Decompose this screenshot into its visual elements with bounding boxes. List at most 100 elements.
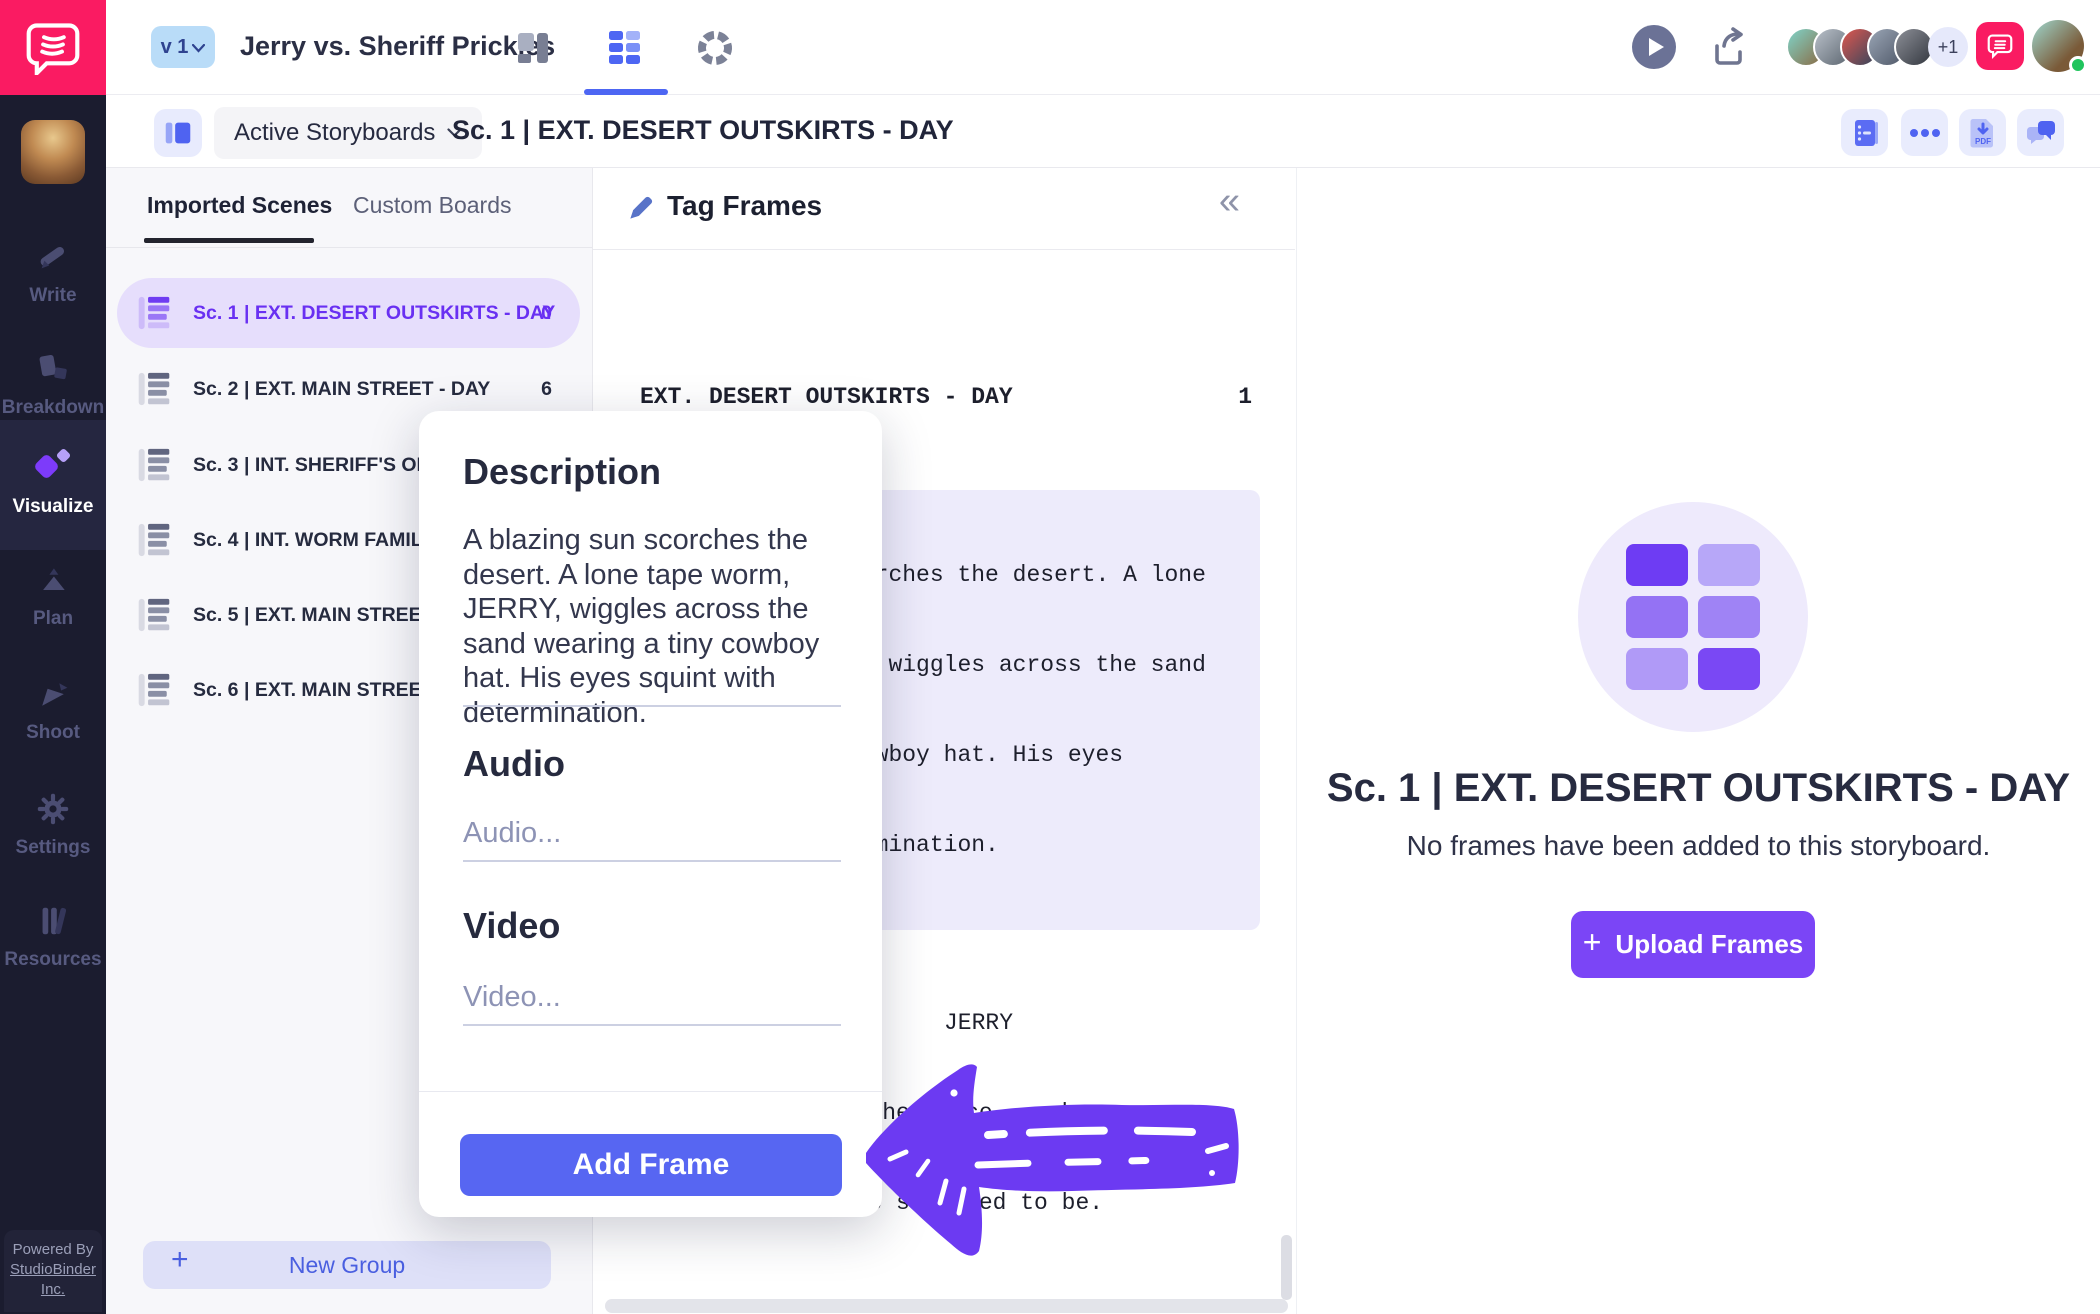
more-options-button[interactable] bbox=[1901, 109, 1948, 156]
shoot-plane-icon bbox=[33, 677, 73, 713]
empty-storyboard-icon bbox=[1578, 502, 1808, 732]
scene-notes-button[interactable] bbox=[1841, 109, 1888, 156]
sidebar-toggle-button[interactable] bbox=[154, 109, 202, 157]
version-label: v 1 bbox=[161, 36, 189, 59]
chevron-down-icon bbox=[192, 44, 205, 53]
description-textarea[interactable]: A blazing sun scorches the desert. A lon… bbox=[463, 523, 845, 730]
description-underline bbox=[463, 705, 841, 707]
notebook-icon bbox=[1850, 117, 1880, 149]
scene-heading-text: EXT. DESERT OUTSKIRTS - DAY bbox=[640, 382, 1013, 412]
chat-bubble-icon bbox=[1986, 33, 2014, 59]
active-tab-underline bbox=[144, 238, 314, 243]
vertical-scrollbar[interactable] bbox=[1281, 1235, 1292, 1300]
more-collaborators-badge[interactable]: +1 bbox=[1928, 27, 1968, 67]
script-scene-heading: EXT. DESERT OUTSKIRTS - DAY 1 bbox=[640, 382, 1252, 412]
plus-icon: + bbox=[171, 1243, 189, 1277]
speech-bubble-logo-icon bbox=[24, 21, 82, 75]
user-avatar[interactable] bbox=[2032, 20, 2084, 72]
board-selector-label: Active Storyboards bbox=[234, 119, 435, 147]
storyboard-scene-title: Sc. 1 | EXT. DESERT OUTSKIRTS - DAY bbox=[1297, 766, 2100, 811]
main-nav-sidebar: Write Breakdown Visualize Plan bbox=[0, 95, 106, 1314]
collapse-panel-icon[interactable]: « bbox=[1219, 180, 1240, 223]
current-scene-title: Sc. 1 | EXT. DESERT OUTSKIRTS - DAY bbox=[452, 115, 954, 146]
scene-doc-icon bbox=[137, 595, 171, 635]
scene-label: Sc. 2 | EXT. MAIN STREET - DAY bbox=[193, 378, 490, 401]
sidebar-item-label: Breakdown bbox=[0, 397, 106, 419]
popup-footer: Add Frame bbox=[419, 1091, 882, 1217]
gear-icon bbox=[34, 790, 72, 828]
visualize-diamonds-icon bbox=[31, 447, 75, 487]
books-icon bbox=[33, 902, 73, 940]
scene-number: 1 bbox=[1238, 382, 1252, 412]
collaborator-avatars[interactable]: +1 bbox=[1786, 26, 1968, 68]
board-selector-dropdown[interactable]: Active Storyboards bbox=[214, 107, 482, 159]
upload-frames-label: Upload Frames bbox=[1615, 929, 1803, 960]
project-thumbnail[interactable] bbox=[21, 120, 85, 184]
tag-frames-header: Tag Frames « bbox=[593, 168, 1295, 250]
top-bar: v 1 Jerry vs. Sheriff Prickles bbox=[0, 0, 2100, 95]
play-icon bbox=[1649, 38, 1664, 56]
comments-button[interactable] bbox=[2017, 109, 2064, 156]
sidebar-item-settings[interactable]: Settings bbox=[0, 790, 106, 859]
active-view-underline bbox=[584, 89, 668, 95]
present-play-button[interactable] bbox=[1632, 25, 1676, 69]
plan-triangles-icon bbox=[33, 563, 73, 599]
sidebar-item-write[interactable]: Write bbox=[0, 238, 106, 307]
panel-left-icon bbox=[161, 116, 195, 150]
hand-drawn-arrow-annotation bbox=[860, 1055, 1255, 1273]
scene-doc-icon bbox=[137, 293, 171, 333]
chat-bubbles-icon bbox=[2025, 119, 2057, 147]
tag-frames-title: Tag Frames bbox=[667, 190, 822, 222]
new-group-button[interactable]: + New Group bbox=[143, 1241, 551, 1289]
share-icon[interactable] bbox=[1706, 24, 1752, 75]
scene-label: Sc. 1 | EXT. DESERT OUTSKIRTS - DAY bbox=[193, 302, 555, 325]
sidebar-item-plan[interactable]: Plan bbox=[0, 563, 106, 630]
powered-by-line1: Powered By bbox=[13, 1241, 94, 1258]
sidebar-item-label: Shoot bbox=[0, 722, 106, 744]
frames-grid-icon bbox=[1626, 544, 1760, 690]
scene-row-1[interactable]: Sc. 1 | EXT. DESERT OUTSKIRTS - DAY 0 bbox=[117, 278, 580, 348]
storyboard-panel: Sc. 1 | EXT. DESERT OUTSKIRTS - DAY No f… bbox=[1296, 168, 2100, 1314]
frame-details-popup: Description A blazing sun scorches the d… bbox=[419, 411, 882, 1217]
powered-by-footer[interactable]: Powered By StudioBinder Inc. bbox=[4, 1230, 102, 1312]
scenes-tabs: Imported Scenes Custom Boards bbox=[106, 168, 592, 248]
pencil-icon bbox=[625, 192, 657, 224]
storyboard-toolbar: Active Storyboards Sc. 1 | EXT. DESERT O… bbox=[106, 95, 2100, 168]
audio-input[interactable] bbox=[463, 813, 841, 862]
plus-icon: + bbox=[1583, 924, 1602, 961]
scene-doc-icon bbox=[137, 520, 171, 560]
scene-frame-count: 6 bbox=[541, 378, 552, 401]
audio-label: Audio bbox=[463, 743, 565, 785]
sidebar-item-resources[interactable]: Resources bbox=[0, 902, 106, 971]
storyboard-grid-view-icon[interactable] bbox=[602, 26, 646, 70]
online-status-dot bbox=[2069, 56, 2087, 74]
sidebar-item-label: Plan bbox=[0, 608, 106, 630]
app-window: v 1 Jerry vs. Sheriff Prickles bbox=[0, 0, 2100, 1314]
pen-icon bbox=[34, 238, 72, 276]
scene-frame-count: 0 bbox=[541, 302, 552, 325]
add-frame-button[interactable]: Add Frame bbox=[460, 1134, 842, 1196]
horizontal-scrollbar[interactable] bbox=[605, 1299, 1288, 1313]
project-title: Jerry vs. Sheriff Prickles bbox=[240, 31, 555, 62]
studiobinder-logo[interactable] bbox=[0, 0, 106, 95]
download-pdf-button[interactable]: PDF bbox=[1959, 109, 2006, 156]
sidebar-item-label: Write bbox=[0, 285, 106, 307]
sidebar-item-label: Resources bbox=[0, 949, 106, 971]
powered-by-line2: StudioBinder Inc. bbox=[10, 1261, 96, 1298]
ellipsis-icon bbox=[1909, 128, 1941, 138]
tab-imported-scenes[interactable]: Imported Scenes bbox=[147, 192, 332, 219]
sidebar-item-breakdown[interactable]: Breakdown bbox=[0, 350, 106, 419]
comments-chat-button[interactable] bbox=[1976, 22, 2024, 70]
shot-list-aperture-icon[interactable] bbox=[693, 26, 737, 70]
tab-custom-boards[interactable]: Custom Boards bbox=[353, 192, 512, 219]
video-input[interactable] bbox=[463, 977, 841, 1026]
scene-doc-icon bbox=[137, 670, 171, 710]
sidebar-item-label: Settings bbox=[0, 837, 106, 859]
version-dropdown[interactable]: v 1 bbox=[151, 26, 215, 68]
empty-storyboard-message: No frames have been added to this storyb… bbox=[1297, 830, 2100, 862]
sidebar-item-visualize[interactable]: Visualize bbox=[0, 447, 106, 518]
layout-view-icon[interactable] bbox=[511, 26, 555, 70]
upload-frames-button[interactable]: + Upload Frames bbox=[1571, 911, 1815, 978]
sidebar-item-shoot[interactable]: Shoot bbox=[0, 677, 106, 744]
video-label: Video bbox=[463, 905, 560, 947]
